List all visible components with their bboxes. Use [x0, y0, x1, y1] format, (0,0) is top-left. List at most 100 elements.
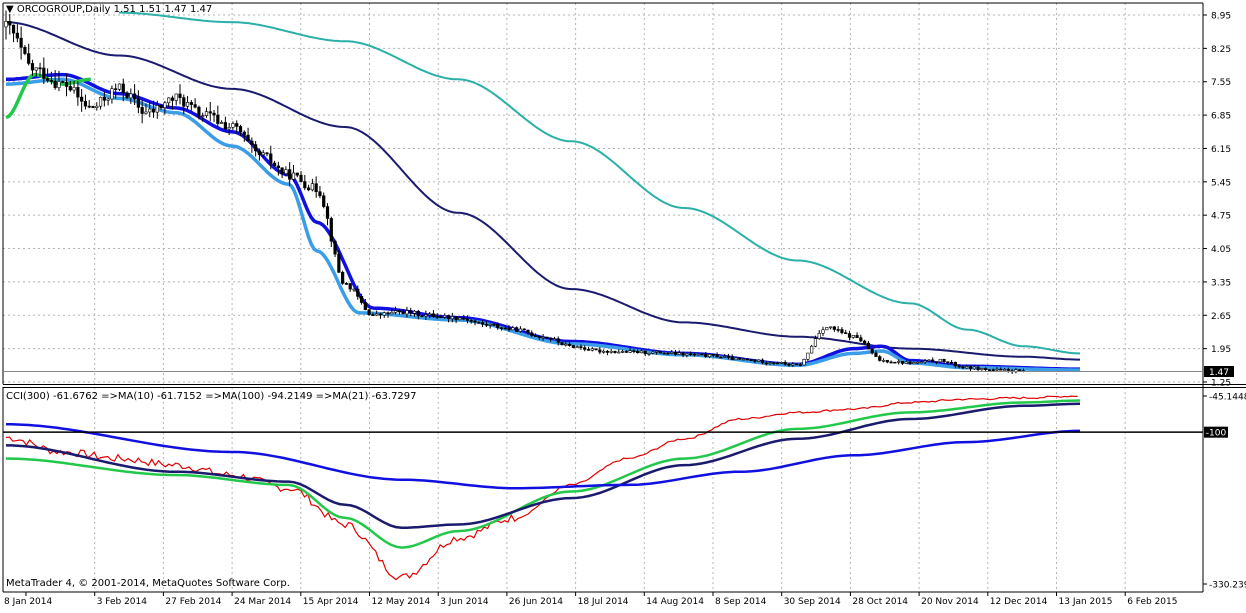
candle-body	[227, 127, 231, 130]
candle-body	[927, 359, 931, 362]
candle-body	[518, 328, 523, 332]
candle-body	[386, 312, 390, 315]
candle-body	[757, 359, 761, 362]
candle-body	[908, 361, 912, 365]
candle-body	[885, 359, 889, 363]
candle-body	[530, 332, 534, 336]
candle-body	[341, 271, 345, 284]
candle-body	[193, 104, 197, 108]
candle-body	[760, 359, 765, 364]
candle-body	[643, 350, 647, 354]
candle-body	[325, 206, 330, 219]
candle-body	[401, 311, 405, 315]
candle-body	[647, 353, 651, 355]
candle-body	[125, 92, 129, 99]
candle-body	[204, 111, 209, 116]
candle-body	[874, 352, 878, 357]
candle-body	[639, 350, 644, 354]
candle-body	[673, 351, 678, 355]
x-tick-label: 15 Apr 2014	[303, 597, 359, 607]
candle-body	[590, 348, 594, 351]
candle-body	[923, 360, 927, 363]
candle-body	[450, 316, 454, 320]
candle-body	[670, 351, 674, 354]
current-price-label: 1.47	[1209, 368, 1229, 378]
candle-body	[700, 353, 704, 356]
candle-body	[681, 352, 685, 356]
candle-body	[219, 122, 224, 124]
candle-body	[832, 326, 836, 330]
candle-body	[477, 321, 481, 324]
x-tick-label: 26 Jun 2014	[509, 597, 563, 607]
chart-window[interactable]: 8.95 8.25 7.55 6.85 6.15 5.45 4.75 4.05 3.35 2.65…	[0, 0, 1246, 609]
candle-body	[624, 351, 628, 353]
candle-body	[185, 102, 190, 107]
candle-body	[95, 105, 99, 108]
candle-body	[783, 362, 787, 365]
candle-body	[443, 315, 447, 318]
candle-body	[23, 47, 27, 54]
candle-body	[201, 115, 205, 117]
x-tick-label: 13 Jan 2015	[1059, 597, 1113, 607]
candle-body	[904, 361, 908, 364]
candle-body	[991, 369, 995, 371]
candle-body	[420, 315, 424, 318]
candle-body	[567, 343, 572, 346]
candle-body	[980, 368, 984, 371]
candle-body	[136, 98, 140, 108]
candle-body	[276, 165, 280, 169]
candle-body	[182, 97, 186, 107]
candle-body	[579, 346, 583, 348]
candle-body	[371, 314, 375, 317]
candle-body	[393, 310, 398, 313]
candle-body	[352, 288, 356, 291]
candle-body	[844, 332, 848, 335]
candle-body	[469, 320, 473, 322]
candle-body	[583, 347, 587, 350]
candle-body	[537, 336, 541, 338]
candle-body	[163, 102, 167, 109]
candle-body	[322, 195, 326, 207]
candle-body	[533, 335, 538, 337]
candle-body	[34, 67, 38, 71]
y-tick-label: 1.95	[1211, 345, 1231, 355]
candle-body	[235, 123, 239, 127]
candle-body	[753, 359, 757, 362]
reference-level-label: -100	[1206, 429, 1227, 439]
candle-body	[878, 356, 882, 361]
indicator-title: CCI(300) -61.6762 =>MA(10) -61.7152 =>MA…	[6, 391, 417, 402]
y-tick-label: 4.75	[1211, 212, 1231, 222]
x-tick-label: 18 Jul 2014	[578, 597, 629, 607]
candle-body	[49, 80, 53, 82]
candle-body	[791, 363, 795, 366]
candle-body	[272, 162, 277, 167]
candle-body	[318, 191, 322, 197]
candle-body	[189, 102, 193, 105]
chart-canvas[interactable]: 8.95 8.25 7.55 6.85 6.15 5.45 4.75 4.05 3.35 2.65…	[0, 0, 1246, 609]
candle-body	[250, 140, 254, 145]
candle-body	[27, 53, 31, 64]
chevron-down-icon[interactable]: ▼	[6, 4, 14, 15]
y-tick-label: 7.55	[1211, 78, 1231, 88]
candle-body	[280, 167, 284, 174]
candle-body	[291, 172, 296, 180]
candle-body	[957, 365, 961, 368]
candle-body	[798, 364, 802, 366]
candle-body	[254, 144, 258, 152]
candle-body	[129, 93, 133, 99]
candle-body	[446, 315, 451, 320]
candle-body	[216, 114, 220, 124]
candle-body	[738, 357, 742, 360]
candle-body	[810, 345, 814, 354]
candle-body	[995, 368, 999, 371]
y-tick-label: -330.239	[1209, 581, 1246, 591]
candle-body	[208, 111, 212, 114]
candle-body	[802, 358, 806, 366]
candle-body	[549, 337, 553, 340]
candle-body	[110, 88, 114, 100]
candle-body	[492, 324, 496, 326]
candle-body	[893, 361, 897, 364]
candle-body	[397, 310, 401, 313]
candle-body	[726, 356, 731, 358]
candle-body	[787, 364, 791, 366]
